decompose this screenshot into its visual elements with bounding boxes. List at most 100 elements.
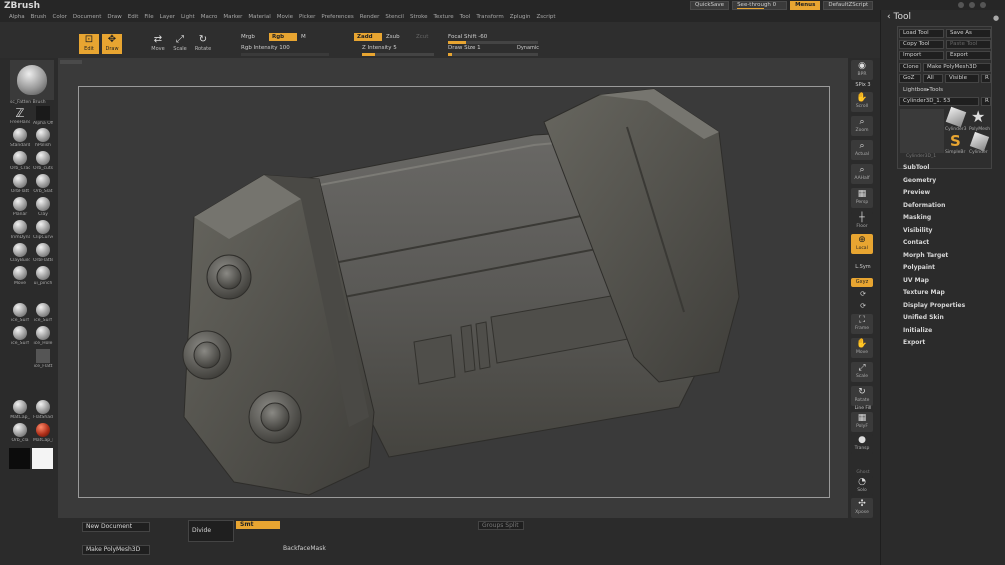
subpalette-export[interactable]: Export bbox=[903, 337, 965, 350]
brush-trimdynamic[interactable]: TrimDyna bbox=[10, 220, 30, 240]
transp-button[interactable]: ● Transp bbox=[851, 434, 873, 454]
menu-item[interactable]: Draw bbox=[107, 14, 121, 20]
menu-item[interactable]: Alpha bbox=[9, 14, 25, 20]
floor-button[interactable]: ┼ Floor bbox=[851, 212, 873, 232]
draw-button[interactable]: ✥ Draw bbox=[102, 34, 122, 54]
subpalette-masking[interactable]: Masking bbox=[903, 212, 965, 225]
gxyz-button[interactable]: Gxyz bbox=[851, 278, 873, 287]
subpalette-uv-map[interactable]: UV Map bbox=[903, 275, 965, 288]
menu-item[interactable]: Marker bbox=[223, 14, 242, 20]
r-button-2[interactable]: R bbox=[981, 97, 991, 106]
import-button[interactable]: Import bbox=[899, 51, 944, 60]
menu-item[interactable]: Document bbox=[73, 14, 102, 20]
paste-tool-button[interactable]: Paste Tool bbox=[946, 40, 991, 49]
brush-clay[interactable]: Clay bbox=[33, 197, 53, 217]
current-tool-thumb[interactable] bbox=[900, 109, 944, 153]
simplebrush-icon[interactable]: S bbox=[950, 132, 961, 150]
actual-button[interactable]: ⌕ Actual bbox=[851, 140, 873, 160]
subpalette-texture-map[interactable]: Texture Map bbox=[903, 287, 965, 300]
all-button[interactable]: All bbox=[923, 74, 943, 83]
subpalette-subtool[interactable]: SubTool bbox=[903, 162, 965, 175]
save-as-button[interactable]: Save As bbox=[946, 29, 991, 38]
subpalette-geometry[interactable]: Geometry bbox=[903, 175, 965, 188]
menu-item[interactable]: File bbox=[144, 14, 153, 20]
menu-item[interactable]: Picker bbox=[299, 14, 315, 20]
subpalette-preview[interactable]: Preview bbox=[903, 187, 965, 200]
zsub-button[interactable]: Zsub bbox=[386, 34, 400, 40]
divide-button[interactable]: Divide bbox=[188, 520, 234, 542]
brush-ice-flatten[interactable]: ice_Flatt bbox=[33, 349, 53, 369]
tool-palette-title[interactable]: ‹ Tool bbox=[887, 12, 911, 22]
subpalette-morph-target[interactable]: Morph Target bbox=[903, 250, 965, 263]
menu-item[interactable]: Texture bbox=[434, 14, 454, 20]
brush-orb-crack[interactable]: Orb_Crac bbox=[10, 151, 30, 171]
cylinder-tool-icon-2[interactable] bbox=[969, 131, 990, 152]
polyf-button[interactable]: ▦ PolyF bbox=[851, 412, 873, 432]
brush-ice-surf-3[interactable]: ice_Surf bbox=[10, 326, 30, 346]
alpha-off[interactable]: Alpha Off bbox=[33, 106, 53, 126]
load-tool-button[interactable]: Load Tool bbox=[899, 29, 944, 38]
brush-orb-cuts[interactable]: Orb_cuts bbox=[33, 151, 53, 171]
mrgb-button[interactable]: Mrgb bbox=[241, 34, 255, 40]
close-icon[interactable] bbox=[980, 2, 986, 8]
persp-button[interactable]: ▦ Persp bbox=[851, 188, 873, 208]
subpalette-polypaint[interactable]: Polypaint bbox=[903, 262, 965, 275]
m-button[interactable]: M bbox=[301, 34, 306, 40]
brush-hpolish[interactable]: hPolish bbox=[33, 128, 53, 148]
brush-orb-flatten[interactable]: OrbFlatt bbox=[10, 174, 30, 194]
ghost-label[interactable]: Ghost bbox=[850, 470, 876, 475]
edit-button[interactable]: ⊡ Edit bbox=[79, 34, 99, 54]
subpalette-visibility[interactable]: Visibility bbox=[903, 225, 965, 238]
menu-item[interactable]: Edit bbox=[128, 14, 139, 20]
brush-planar[interactable]: Planar bbox=[10, 197, 30, 217]
current-tool-slider[interactable]: Cylinder3D_1. 53 bbox=[899, 97, 979, 106]
brush-ice-hole[interactable]: ice_Hole bbox=[33, 326, 53, 346]
move-button[interactable]: ⇄ Move bbox=[148, 34, 168, 54]
menu-item[interactable]: Movie bbox=[277, 14, 293, 20]
rgb-button[interactable]: Rgb bbox=[269, 33, 297, 41]
menu-item[interactable]: Tool bbox=[460, 14, 471, 20]
menu-item[interactable]: Light bbox=[181, 14, 195, 20]
export-button[interactable]: Export bbox=[946, 51, 991, 60]
solo-button[interactable]: ◔ Solo bbox=[851, 476, 873, 496]
brush-move[interactable]: Move bbox=[10, 266, 30, 286]
groups-split-button[interactable]: Groups Split bbox=[478, 521, 524, 530]
local-button[interactable]: ⊕ Local bbox=[851, 234, 873, 254]
subpalette-contact[interactable]: Contact bbox=[903, 237, 965, 250]
canvas-area[interactable] bbox=[58, 58, 848, 518]
menu-item[interactable]: Layer bbox=[160, 14, 175, 20]
material-matcap-1[interactable]: MatCap_ bbox=[10, 400, 30, 420]
brush-ice-surf-1[interactable]: ice_Surf bbox=[10, 303, 30, 323]
menu-item[interactable]: Stroke bbox=[410, 14, 428, 20]
brush-freehand[interactable]: ℤ FreeHand bbox=[10, 106, 30, 125]
maximize-icon[interactable] bbox=[969, 2, 975, 8]
mesh-model[interactable] bbox=[182, 88, 740, 496]
brush-orbflatten-2[interactable]: OrbFlatte bbox=[33, 243, 53, 263]
menu-item[interactable]: Transform bbox=[476, 14, 503, 20]
brush-clipcurve[interactable]: ClipCurve bbox=[33, 220, 53, 240]
spix-slider[interactable]: SPix 3 bbox=[850, 82, 876, 88]
draw-size-slider[interactable] bbox=[448, 53, 538, 56]
lsym-button[interactable]: L.Sym bbox=[850, 264, 876, 270]
brush-ice-surf-2[interactable]: ice_Surf bbox=[33, 303, 53, 323]
rotate-button[interactable]: ↻ Rotate bbox=[193, 34, 213, 54]
clone-button[interactable]: Clone bbox=[899, 63, 921, 72]
subpalette-initialize[interactable]: Initialize bbox=[903, 325, 965, 338]
material-flatshade[interactable]: FlatShad bbox=[33, 400, 53, 420]
primary-color-swatch[interactable] bbox=[32, 448, 53, 469]
default-zscript-button[interactable]: DefaultZScript bbox=[823, 1, 874, 10]
menu-item[interactable]: Material bbox=[248, 14, 270, 20]
focal-shift-slider[interactable] bbox=[448, 41, 538, 44]
zadd-button[interactable]: Zadd bbox=[354, 33, 382, 41]
menu-item[interactable]: Stencil bbox=[385, 14, 404, 20]
smt-button[interactable]: Smt bbox=[236, 521, 280, 529]
current-brush-thumb[interactable] bbox=[10, 60, 54, 100]
brush-standard[interactable]: Standard bbox=[10, 128, 30, 148]
menu-item[interactable]: Brush bbox=[31, 14, 47, 20]
menu-item[interactable]: Zscript bbox=[536, 14, 555, 20]
back-arrow-icon[interactable]: ‹ bbox=[887, 12, 891, 22]
menu-item[interactable]: Zplugin bbox=[510, 14, 531, 20]
menu-item[interactable]: Preferences bbox=[321, 14, 353, 20]
quicksave-button[interactable]: QuickSave bbox=[690, 1, 730, 10]
make-polymesh-bottom-button[interactable]: Make PolyMesh3D bbox=[82, 545, 150, 555]
